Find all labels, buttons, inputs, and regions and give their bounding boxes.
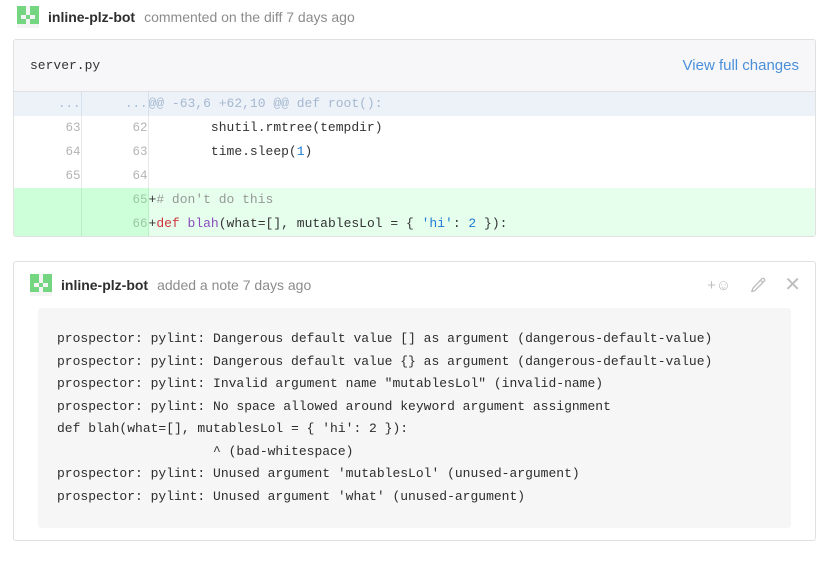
- diff-comment-header: inline-plz-bot commented on the diff 7 d…: [17, 4, 355, 30]
- identicon-avatar: [30, 274, 52, 296]
- code-text: :: [452, 216, 469, 231]
- code-text: time.sleep(: [148, 144, 297, 159]
- diff-row-addition: 66 +def blah(what=[], mutablesLol = { 'h…: [14, 212, 815, 236]
- add-reaction-icon[interactable]: +☺: [707, 278, 731, 293]
- diff-row-context: 64 63 time.sleep(1): [14, 140, 815, 164]
- diff-line-code: +def blah(what=[], mutablesLol = { 'hi':…: [148, 212, 815, 236]
- diff-file-name: server.py: [30, 58, 101, 73]
- diff-gutter-old[interactable]: 64: [14, 140, 82, 164]
- diff-row-context: 65 64: [14, 164, 815, 188]
- note-author[interactable]: inline-plz-bot: [61, 277, 148, 293]
- code-number-token: 1: [296, 144, 305, 159]
- code-function-token: blah: [187, 216, 219, 231]
- code-comment-token: # don't do this: [156, 192, 274, 207]
- code-keyword-token: def: [156, 216, 180, 231]
- diff-gutter-old[interactable]: [14, 188, 82, 212]
- note-output-text: prospector: pylint: Dangerous default va…: [57, 331, 713, 504]
- code-text: ): [304, 144, 313, 159]
- diff-gutter-old[interactable]: 63: [14, 116, 82, 140]
- diff-gutter-new[interactable]: 66: [81, 212, 149, 236]
- diff-line-code: +# don't do this: [148, 188, 815, 212]
- diff-gutter-old[interactable]: ...: [14, 92, 82, 116]
- note-body: prospector: pylint: Dangerous default va…: [14, 308, 815, 540]
- note-card: inline-plz-bot added a note 7 days ago +…: [13, 261, 816, 541]
- diff-comment-author[interactable]: inline-plz-bot: [48, 9, 135, 25]
- diff-gutter-new[interactable]: 65: [81, 188, 149, 212]
- diff-card: server.py View full changes ... ... @@ -…: [13, 39, 816, 237]
- diff-file-header: server.py View full changes: [14, 40, 815, 92]
- diff-gutter-old[interactable]: [14, 212, 82, 236]
- diff-line-code: [148, 164, 815, 188]
- diff-table-body: ... ... @@ -63,6 +62,10 @@ def root(): 6…: [14, 92, 815, 236]
- diff-gutter-new[interactable]: 63: [81, 140, 149, 164]
- view-full-changes-link[interactable]: View full changes: [683, 57, 799, 74]
- diff-line-code: shutil.rmtree(tempdir): [148, 116, 815, 140]
- diff-row-context: 63 62 shutil.rmtree(tempdir): [14, 116, 815, 140]
- note-output-code-block: prospector: pylint: Dangerous default va…: [38, 308, 791, 528]
- diff-table: ... ... @@ -63,6 +62,10 @@ def root(): 6…: [14, 92, 815, 236]
- diff-line-code: time.sleep(1): [148, 140, 815, 164]
- code-string-token: 'hi': [421, 216, 453, 231]
- diff-gutter-new[interactable]: 62: [81, 116, 149, 140]
- diff-review-page: inline-plz-bot commented on the diff 7 d…: [0, 0, 829, 562]
- note-action-buttons: +☺ ✕: [707, 275, 801, 295]
- diff-comment-action-text: commented on the diff 7 days ago: [144, 9, 355, 25]
- edit-pencil-icon[interactable]: [749, 277, 766, 294]
- note-author-block: inline-plz-bot added a note 7 days ago: [30, 274, 311, 296]
- diff-gutter-old[interactable]: 65: [14, 164, 82, 188]
- diff-row-hunk: ... ... @@ -63,6 +62,10 @@ def root():: [14, 92, 815, 116]
- note-header: inline-plz-bot added a note 7 days ago +…: [14, 262, 815, 308]
- diff-gutter-new[interactable]: 64: [81, 164, 149, 188]
- diff-gutter-new[interactable]: ...: [81, 92, 149, 116]
- code-text: (what=[], mutablesLol = {: [218, 216, 422, 231]
- diff-hunk-header-code: @@ -63,6 +62,10 @@ def root():: [148, 92, 815, 116]
- note-action-text: added a note 7 days ago: [157, 277, 312, 293]
- diff-row-addition: 65 +# don't do this: [14, 188, 815, 212]
- code-text: }):: [476, 216, 508, 231]
- identicon-avatar: [17, 6, 39, 28]
- close-icon[interactable]: ✕: [784, 275, 801, 295]
